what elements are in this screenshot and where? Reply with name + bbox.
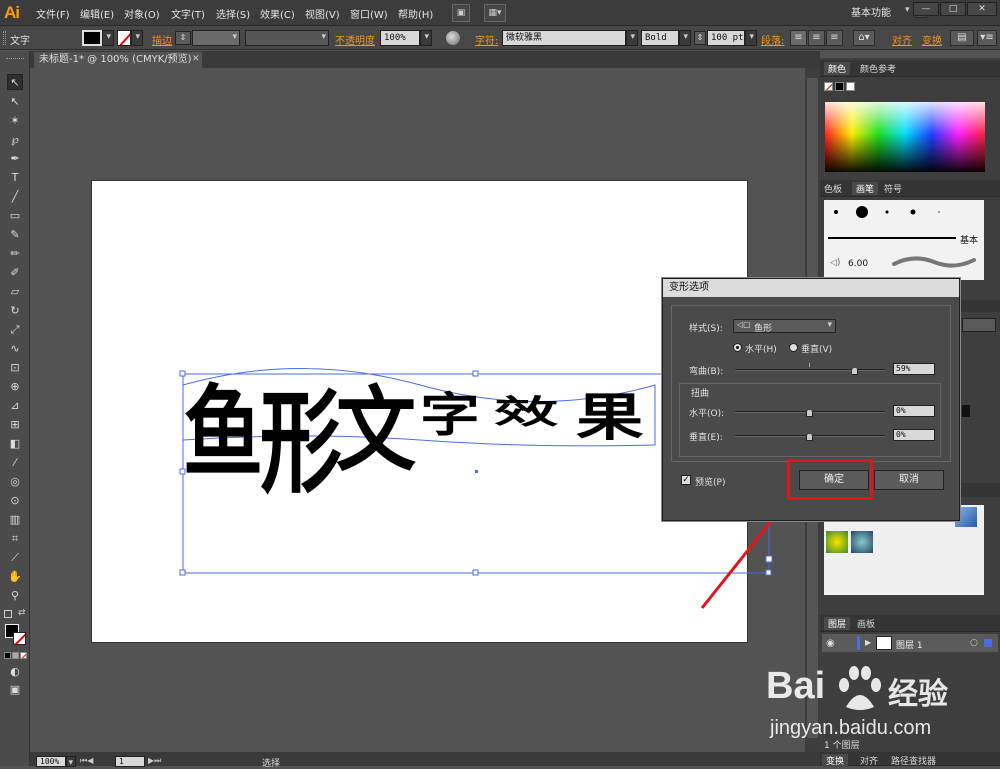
- slider-center-tick: [809, 363, 810, 367]
- vertical-radio-label[interactable]: 垂直(V): [801, 342, 832, 355]
- cancel-button[interactable]: 取消: [874, 470, 944, 490]
- bend-label: 弯曲(B):: [689, 367, 724, 377]
- bend-slider[interactable]: [735, 369, 885, 371]
- tab-color-guide[interactable]: 颜色参考: [860, 62, 896, 75]
- warp-char: 文: [336, 378, 417, 485]
- panel-dropdown[interactable]: [962, 318, 996, 332]
- preview-label[interactable]: 预览(P): [695, 475, 725, 488]
- brush-size-value: 6.00: [848, 259, 869, 269]
- next-artboard-icon[interactable]: ▶⏭: [148, 756, 161, 766]
- center-point: [475, 470, 478, 473]
- selection-handle: [179, 569, 186, 576]
- visibility-eye-icon[interactable]: ◉: [826, 638, 835, 649]
- artboard-field[interactable]: 1: [115, 756, 145, 767]
- zoom-field[interactable]: 100%: [36, 756, 66, 767]
- brush-size-icon: ◁): [830, 258, 841, 268]
- style-label: 样式(S):: [689, 324, 723, 334]
- warp-char: 果: [576, 388, 644, 448]
- style-value: 鱼形: [754, 324, 773, 334]
- panel-strip: [960, 300, 1000, 312]
- target-icon[interactable]: ○: [970, 638, 978, 648]
- selection-handle: [472, 370, 479, 377]
- tab-swatches[interactable]: 色板: [824, 182, 842, 195]
- horizontal-radio-label[interactable]: 水平(H): [745, 342, 777, 355]
- style-select[interactable]: ◁▢ 鱼形 ▾: [733, 319, 836, 334]
- tab-brushes[interactable]: 画笔: [852, 182, 879, 195]
- distort-title: 扭曲: [689, 386, 712, 399]
- vertical-radio[interactable]: [789, 343, 798, 352]
- selection-handle: [765, 555, 773, 563]
- dialog-title: 变形选项: [663, 279, 959, 297]
- style-swatch-icon[interactable]: [826, 531, 848, 553]
- panel-black-swatch: [962, 405, 970, 417]
- brush-basic-label: 基本: [960, 236, 979, 246]
- tab-align[interactable]: 对齐: [860, 754, 878, 767]
- zoom-dropdown[interactable]: [66, 756, 76, 768]
- black-swatch[interactable]: [835, 82, 844, 91]
- distort-h-label: 水平(O):: [689, 409, 725, 419]
- selection-handle: [472, 569, 479, 576]
- color-spectrum-highlight: [825, 102, 985, 134]
- paw-logo-icon: [839, 666, 881, 710]
- tab-color[interactable]: 颜色: [824, 62, 851, 75]
- preview-checkbox[interactable]: ✓: [681, 475, 691, 485]
- watermark-brand-2: 经验: [888, 677, 948, 712]
- warp-char: 效: [494, 394, 559, 431]
- tab-pathfinder[interactable]: 路径查找器: [891, 754, 936, 767]
- distort-group: [679, 383, 941, 457]
- brush-panel-tabs: [820, 180, 1000, 197]
- none-swatch-icon[interactable]: [824, 82, 833, 91]
- distort-v-label: 垂直(E):: [689, 433, 723, 443]
- panel-strip-2: [960, 483, 1000, 497]
- warp-char: 字: [420, 388, 480, 443]
- warp-char: 鱼: [183, 376, 263, 492]
- layer-select-icon[interactable]: [984, 639, 992, 647]
- watermark-brand: Bai: [766, 665, 826, 707]
- layer-name[interactable]: 图层 1: [896, 638, 923, 651]
- distort-v-field[interactable]: 0%: [893, 429, 935, 441]
- distort-h-field[interactable]: 0%: [893, 405, 935, 417]
- horizontal-radio[interactable]: [733, 343, 742, 352]
- baidu-watermark: Bai 经验 jingyan.baidu.com: [766, 655, 1000, 755]
- white-swatch[interactable]: [846, 82, 855, 91]
- expand-triangle-icon[interactable]: ▶: [865, 638, 871, 647]
- selection-handle: [765, 569, 772, 576]
- fish-style-icon: ◁▢: [737, 320, 751, 329]
- ok-button-highlight: [787, 459, 873, 500]
- tab-transform[interactable]: 变换: [822, 754, 849, 767]
- fish-warp-text: 鱼 形 文 字 效 果: [183, 376, 644, 510]
- tab-layers[interactable]: 图层: [824, 617, 851, 630]
- layer-thumbnail: [876, 636, 892, 650]
- watermark-url: jingyan.baidu.com: [770, 717, 932, 739]
- tab-symbols[interactable]: 符号: [884, 182, 902, 195]
- warp-char: 形: [260, 379, 342, 509]
- bend-field[interactable]: 59%: [893, 363, 935, 375]
- first-artboard-icon[interactable]: ⏮◀: [80, 756, 93, 766]
- chevron-down-icon: ▾: [827, 320, 832, 330]
- tab-artboards[interactable]: 画板: [857, 617, 875, 630]
- style-swatch-icon[interactable]: [851, 531, 873, 553]
- layer-color-bar: [857, 636, 860, 650]
- status-mode: 选择: [262, 759, 281, 769]
